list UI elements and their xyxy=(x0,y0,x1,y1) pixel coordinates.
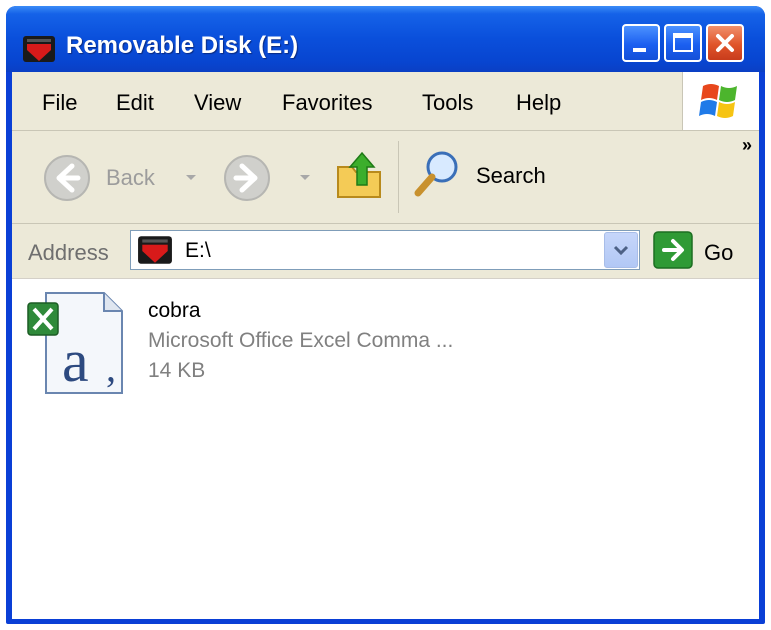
forward-dropdown-icon xyxy=(300,175,310,180)
chevron-down-icon xyxy=(613,245,629,256)
maximize-icon xyxy=(673,33,693,52)
standard-toolbar: Back Search » xyxy=(12,131,759,224)
folder-up-icon xyxy=(337,151,381,198)
excel-csv-file-icon: a , xyxy=(27,292,123,394)
forward-button[interactable] xyxy=(218,151,318,203)
windows-logo xyxy=(682,72,759,130)
menu-tools[interactable]: Tools xyxy=(422,90,473,116)
menu-help[interactable]: Help xyxy=(516,90,561,116)
magnifier-icon xyxy=(414,151,458,197)
address-dropdown-button[interactable] xyxy=(604,232,638,268)
address-value: E:\ xyxy=(185,239,211,262)
file-item[interactable]: a , cobra Microsoft Office Excel Comma .… xyxy=(12,279,532,409)
back-arrow-icon xyxy=(44,155,90,201)
minimize-icon xyxy=(633,48,646,52)
back-dropdown-icon xyxy=(186,175,196,180)
forward-arrow-icon xyxy=(224,155,270,201)
minimize-button[interactable] xyxy=(622,24,660,62)
windows-flag-icon xyxy=(699,84,737,118)
address-bar: Address E:\ Go xyxy=(12,224,759,278)
go-label[interactable]: Go xyxy=(704,240,733,266)
title-bar[interactable]: Removable Disk (E:) xyxy=(6,6,765,72)
drive-icon xyxy=(138,236,172,264)
file-list-view: a , cobra Microsoft Office Excel Comma .… xyxy=(12,278,759,619)
removable-disk-icon xyxy=(23,36,55,62)
close-button[interactable] xyxy=(706,24,744,62)
back-button[interactable]: Back xyxy=(38,151,198,203)
svg-text:a: a xyxy=(62,328,89,394)
explorer-window: Removable Disk (E:) File Edit View Favor… xyxy=(6,6,765,624)
address-input[interactable]: E:\ xyxy=(130,230,640,270)
menu-bar: File Edit View Favorites Tools Help xyxy=(12,72,759,131)
toolbar-overflow-chevron[interactable]: » xyxy=(742,135,752,156)
file-size: 14 KB xyxy=(148,359,206,382)
maximize-button[interactable] xyxy=(664,24,702,62)
address-label: Address xyxy=(28,240,109,265)
search-label: Search xyxy=(476,163,546,188)
menu-edit[interactable]: Edit xyxy=(116,90,154,116)
file-type: Microsoft Office Excel Comma ... xyxy=(148,329,454,352)
menu-favorites[interactable]: Favorites xyxy=(282,90,372,116)
close-icon xyxy=(716,34,734,52)
back-label: Back xyxy=(106,165,155,190)
menu-file[interactable]: File xyxy=(42,90,77,116)
window-client: File Edit View Favorites Tools Help Back… xyxy=(12,72,759,619)
menu-view[interactable]: View xyxy=(194,90,241,116)
svg-text:,: , xyxy=(106,345,116,390)
go-arrow-icon xyxy=(653,231,693,269)
toolbar-separator xyxy=(398,141,399,213)
up-folder-button[interactable] xyxy=(334,145,386,205)
window-title: Removable Disk (E:) xyxy=(66,32,299,59)
search-button[interactable]: Search xyxy=(410,147,570,205)
file-name: cobra xyxy=(148,299,201,322)
go-button[interactable] xyxy=(652,230,696,270)
